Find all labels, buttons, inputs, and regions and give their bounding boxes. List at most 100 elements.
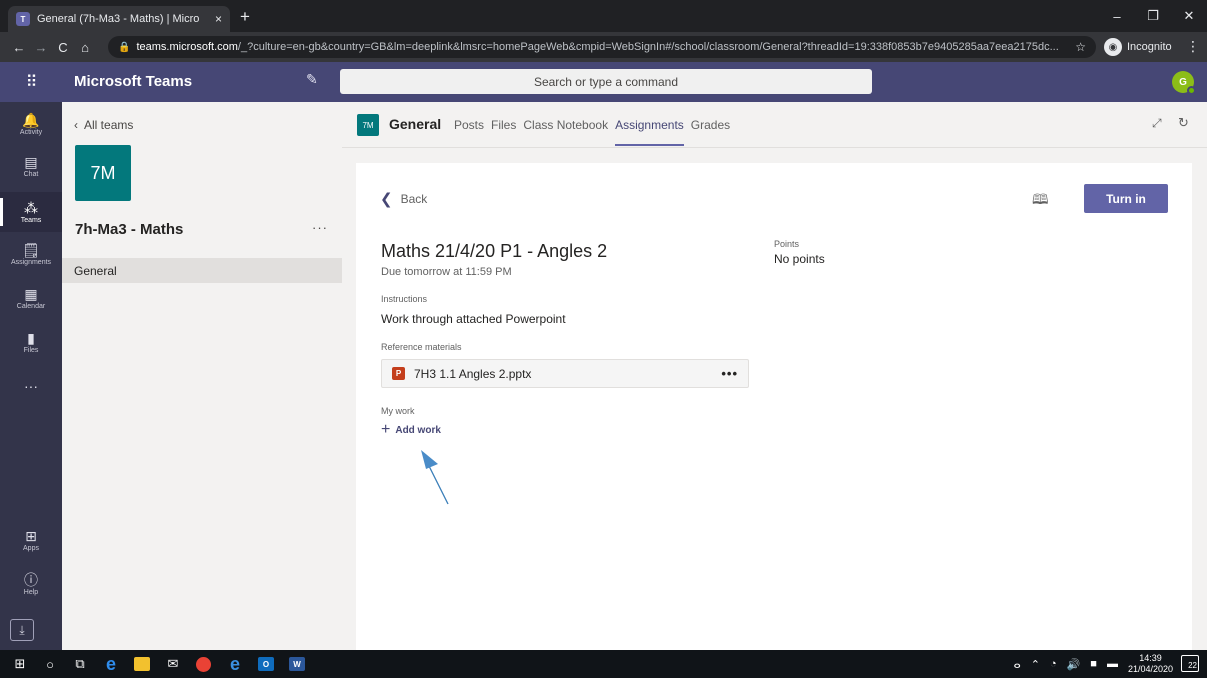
- network-icon[interactable]: ◔: [1050, 658, 1057, 670]
- presence-indicator: [1187, 86, 1196, 95]
- file-explorer-icon[interactable]: [127, 650, 157, 678]
- clock-date: 21/04/2020: [1127, 664, 1173, 674]
- reference-materials-label: Reference materials: [381, 342, 462, 352]
- action-center-icon[interactable]: 22: [1181, 655, 1199, 672]
- app-rail: 🔔 Activity ▤ Chat ⁂ Teams 🗒 Assignments …: [0, 102, 62, 650]
- maximize-icon[interactable]: ❐: [1135, 0, 1171, 32]
- calendar-icon: ▦: [24, 285, 38, 302]
- mail-icon[interactable]: ✉: [158, 650, 188, 678]
- channel-header: 7M General Posts Files Class Notebook As…: [342, 102, 1207, 148]
- chrome-icon[interactable]: [188, 650, 218, 678]
- team-name: 7h-Ma3 - Maths: [75, 221, 184, 238]
- add-work-label: Add work: [395, 424, 441, 436]
- files-icon: ▮: [27, 329, 35, 346]
- tab-assignments[interactable]: Assignments: [615, 118, 684, 148]
- teams-header: ⠿ Microsoft Teams ✎ Search or type a com…: [0, 62, 1207, 102]
- user-avatar[interactable]: G: [1172, 71, 1196, 95]
- tab-class-notebook[interactable]: Class Notebook: [523, 118, 608, 148]
- attachment-filename: 7H3 1.1 Angles 2.pptx: [414, 366, 532, 381]
- browser-tab[interactable]: T General (7h-Ma3 - Maths) | Micro ×: [8, 6, 230, 32]
- rail-label: Apps: [23, 544, 39, 552]
- show-hidden-icons-icon[interactable]: ⌃: [1031, 658, 1040, 671]
- address-url: teams.microsoft.com/_?culture=en-gb&coun…: [136, 41, 1067, 53]
- rail-label: Files: [23, 346, 39, 354]
- task-view-icon[interactable]: ⧉: [65, 650, 95, 678]
- new-tab-button[interactable]: +: [240, 7, 250, 27]
- instructions-label: Instructions: [381, 294, 428, 304]
- rail-item-calendar[interactable]: ▦ Calendar: [0, 278, 62, 318]
- expand-icon[interactable]: ⤢: [1152, 116, 1162, 131]
- browser-tab-title: General (7h-Ma3 - Maths) | Micro: [37, 13, 200, 25]
- add-work-button[interactable]: + Add work: [381, 421, 441, 438]
- attachment-more-options-icon[interactable]: •••: [721, 366, 738, 381]
- browser-toolbar: ← → C ⌂ 🔒 teams.microsoft.com/_?culture=…: [0, 32, 1207, 62]
- app-launcher-icon[interactable]: ⠿: [0, 62, 62, 102]
- team-tile: 7M: [75, 145, 131, 201]
- people-icon[interactable]: ⴰ: [1014, 658, 1021, 671]
- immersive-reader-icon[interactable]: 🕮: [1032, 189, 1049, 213]
- rail-label: Chat: [23, 170, 39, 178]
- volume-icon[interactable]: 🔊: [1067, 658, 1081, 671]
- rail-item-help[interactable]: ⓘ Help: [0, 564, 62, 604]
- rail-item-more[interactable]: ···: [0, 366, 62, 406]
- plus-icon: +: [381, 421, 391, 438]
- clock[interactable]: 14:39 21/04/2020: [1128, 653, 1173, 675]
- windows-start-icon[interactable]: ⊞: [5, 650, 35, 678]
- search-input[interactable]: Search or type a command: [340, 69, 872, 94]
- rail-item-activity[interactable]: 🔔 Activity: [0, 104, 62, 144]
- rail-label: Activity: [19, 128, 43, 136]
- tab-posts[interactable]: Posts: [454, 118, 484, 148]
- turn-in-button[interactable]: Turn in: [1084, 184, 1168, 213]
- internet-explorer-icon[interactable]: e: [220, 650, 250, 678]
- back-label: Back: [400, 192, 428, 206]
- team-panel: ‹ All teams 7M 7h-Ma3 - Maths ··· Genera…: [62, 102, 342, 650]
- tab-close-icon[interactable]: ×: [215, 12, 222, 26]
- rail-item-chat[interactable]: ▤ Chat: [0, 146, 62, 186]
- assignment-card: ❮ Back 🕮 Turn in Maths 21/4/20 P1 - Angl…: [356, 163, 1192, 650]
- bookmark-star-icon[interactable]: ☆: [1075, 40, 1086, 54]
- minimize-icon[interactable]: –: [1099, 0, 1135, 32]
- back-arrow-icon[interactable]: ←: [8, 40, 30, 55]
- channel-item-general[interactable]: General: [62, 258, 342, 283]
- rail-item-apps[interactable]: ⊞ Apps: [0, 520, 62, 560]
- close-window-icon[interactable]: ✕: [1171, 0, 1207, 32]
- tab-grades[interactable]: Grades: [691, 118, 730, 148]
- reference-attachment[interactable]: P 7H3 1.1 Angles 2.pptx •••: [381, 359, 749, 388]
- address-bar[interactable]: 🔒 teams.microsoft.com/_?culture=en-gb&co…: [108, 36, 1096, 58]
- edge-icon[interactable]: e: [96, 650, 126, 678]
- assignments-icon: 🗒: [22, 241, 40, 258]
- outlook-icon[interactable]: O: [251, 650, 281, 678]
- rail-item-assignments[interactable]: 🗒 Assignments: [0, 234, 62, 274]
- forward-arrow-icon[interactable]: →: [30, 40, 52, 55]
- rail-label: Teams: [20, 216, 42, 224]
- main-content: 7M General Posts Files Class Notebook As…: [342, 102, 1207, 650]
- new-chat-icon[interactable]: ✎: [306, 71, 318, 88]
- rail-item-files[interactable]: ▮ Files: [0, 322, 62, 362]
- incognito-icon: ◉: [1104, 38, 1122, 56]
- refresh-icon[interactable]: ↻: [1178, 115, 1189, 131]
- word-icon[interactable]: W: [282, 650, 312, 678]
- incognito-indicator[interactable]: ◉ Incognito: [1104, 36, 1172, 58]
- battery-icon[interactable]: ▬: [1107, 658, 1118, 670]
- notification-count: 22: [1188, 661, 1197, 670]
- teams-icon: ⁂: [24, 199, 38, 216]
- home-icon[interactable]: ⌂: [74, 40, 96, 55]
- all-teams-label: All teams: [84, 118, 134, 132]
- assignment-due-date: Due tomorrow at 11:59 PM: [381, 266, 512, 278]
- chat-icon: ▤: [24, 153, 38, 170]
- instructions-text: Work through attached Powerpoint: [381, 312, 566, 326]
- all-teams-link[interactable]: ‹ All teams: [74, 118, 133, 132]
- chevron-left-icon: ❮: [380, 191, 393, 208]
- download-app-icon[interactable]: ⤓: [10, 619, 34, 641]
- browser-menu-icon[interactable]: ⋮: [1186, 38, 1200, 55]
- security-icon[interactable]: ■: [1090, 658, 1097, 670]
- channel-name: General: [389, 116, 442, 132]
- reload-icon[interactable]: C: [52, 40, 74, 55]
- windows-taskbar: ⊞ ○ ⧉ e ✉ e O W ⴰ ⌃ ◔ 🔊 ■ ▬ 14:39 21/04/…: [0, 650, 1207, 678]
- back-button[interactable]: ❮ Back: [380, 190, 427, 208]
- rail-item-teams[interactable]: ⁂ Teams: [0, 192, 62, 232]
- team-more-options-icon[interactable]: ···: [312, 220, 328, 235]
- tab-files[interactable]: Files: [491, 118, 516, 148]
- avatar-initial: G: [1179, 76, 1187, 88]
- cortana-search-icon[interactable]: ○: [35, 650, 65, 678]
